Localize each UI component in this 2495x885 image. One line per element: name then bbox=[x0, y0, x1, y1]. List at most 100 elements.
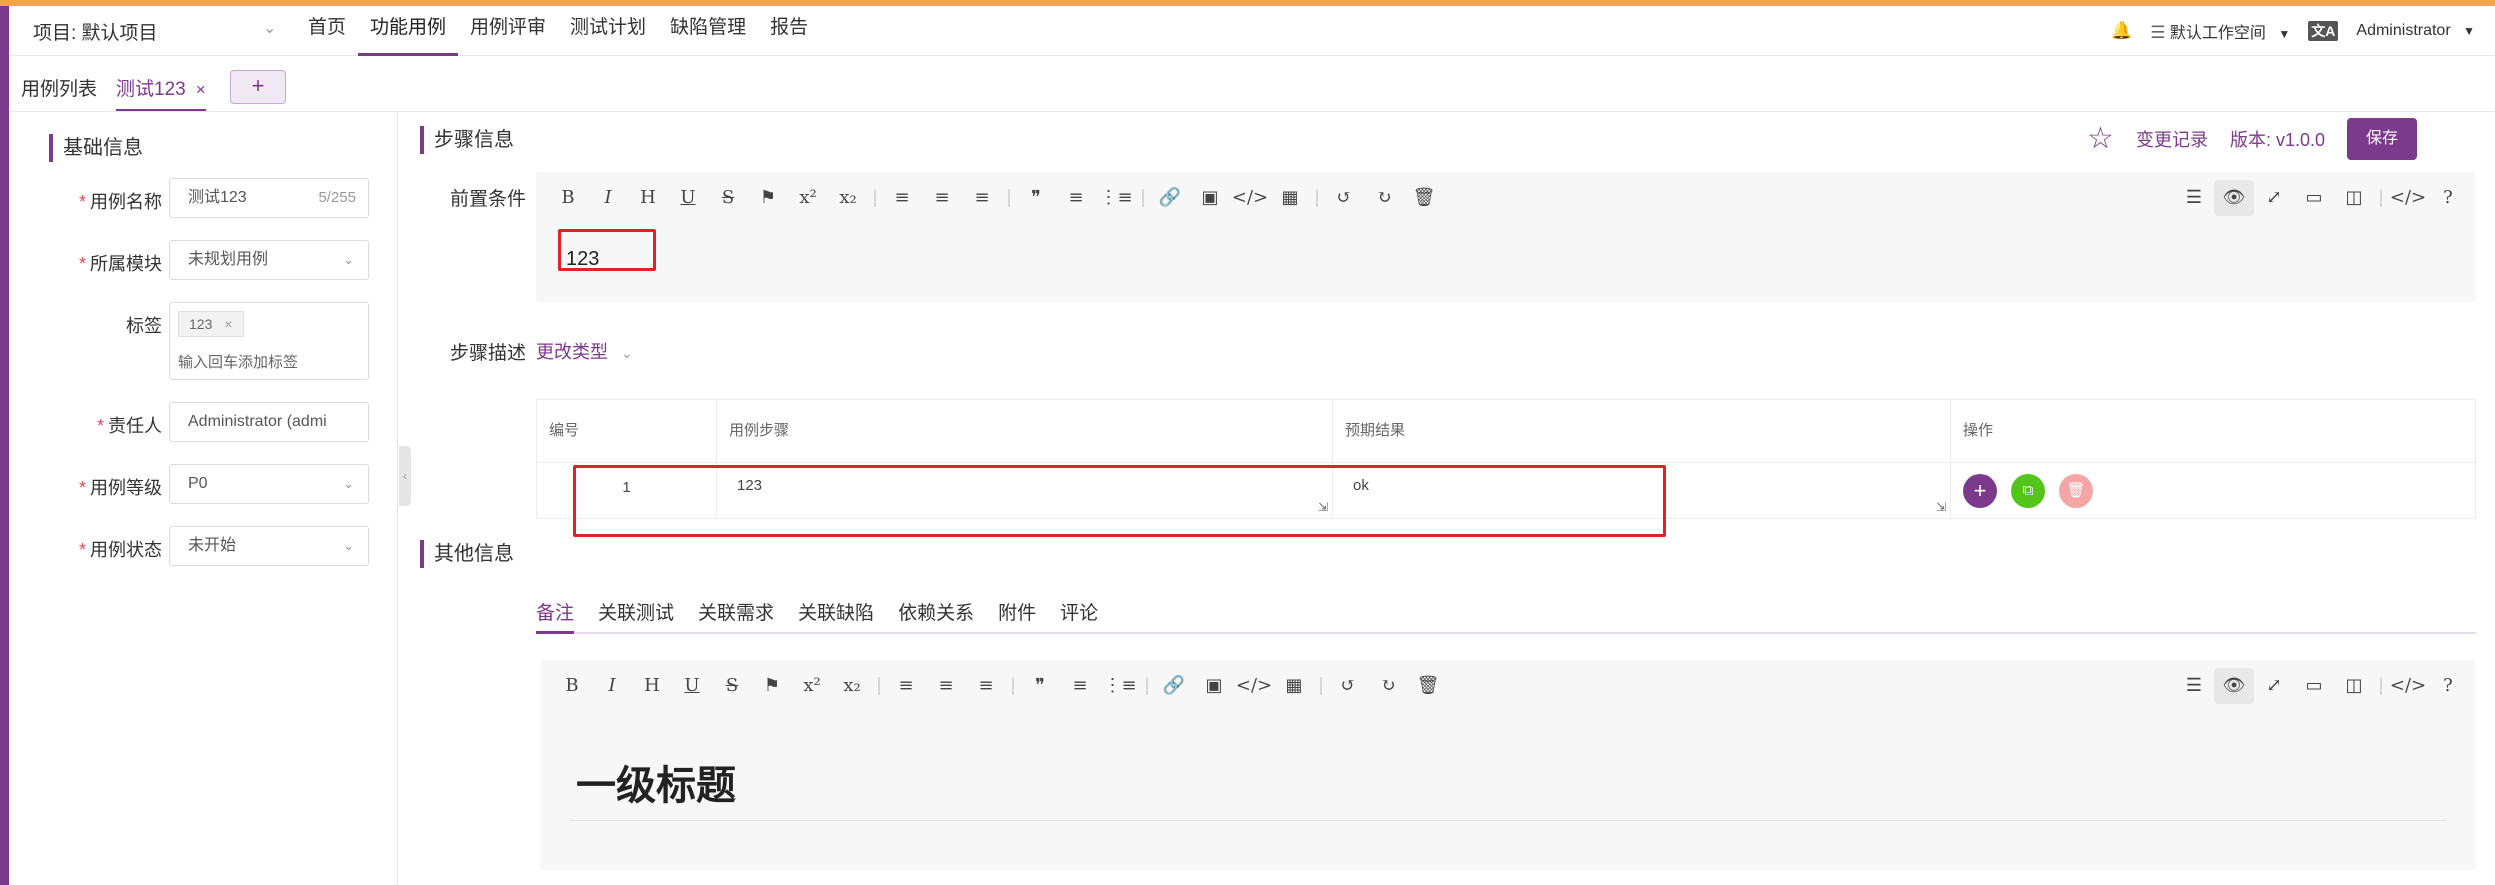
image-icon[interactable]: ▣ bbox=[1190, 180, 1230, 216]
table-icon[interactable]: ▦ bbox=[1274, 668, 1314, 704]
align-center-icon[interactable]: ≡ bbox=[922, 180, 962, 216]
precondition-editor[interactable]: B I H U S ⚑ x² x₂ | ≡ ≡ ≡ | ❞ ≡ ⋮≡ | 🔗 ▣ </> ▦ | ↺ ↻ 🗑 ☰ 👁 ⤢ ▭ ◫ | </>… bbox=[536, 172, 2476, 302]
tags-input[interactable]: 123 × 输入回车添加标签 bbox=[169, 302, 369, 380]
redo-icon[interactable]: ↻ bbox=[1364, 180, 1404, 216]
field-label-text: 用例等级 bbox=[90, 478, 162, 498]
html-code-icon[interactable]: </> bbox=[2388, 668, 2428, 704]
align-left-icon[interactable]: ≡ bbox=[882, 180, 922, 216]
nav-item[interactable]: 测试计划 bbox=[558, 6, 658, 56]
star-icon[interactable]: ☆ bbox=[2087, 124, 2114, 154]
align-right-icon[interactable]: ≡ bbox=[962, 180, 1002, 216]
nav-item[interactable]: 报告 bbox=[758, 6, 820, 56]
copy-step-button[interactable]: ⧉ bbox=[2011, 474, 2045, 508]
unordered-list-icon[interactable]: ⋮≡ bbox=[1100, 668, 1140, 704]
subtab[interactable]: 附件 bbox=[998, 598, 1036, 634]
module-select[interactable]: 未规划用例 ⌄ bbox=[169, 240, 369, 280]
subscript-icon[interactable]: x₂ bbox=[828, 180, 868, 216]
heading-icon[interactable]: H bbox=[628, 180, 668, 216]
link-icon[interactable]: 🔗 bbox=[1154, 668, 1194, 704]
subtab[interactable]: 备注 bbox=[536, 598, 575, 634]
trash-icon[interactable]: 🗑 bbox=[1408, 668, 1448, 704]
priority-select[interactable]: P0 ⌄ bbox=[169, 464, 369, 504]
save-button[interactable]: 保存 bbox=[2347, 118, 2417, 160]
bell-icon[interactable]: 🔔 bbox=[2111, 21, 2132, 41]
help-icon[interactable]: ? bbox=[2428, 668, 2468, 704]
unordered-list-icon[interactable]: ⋮≡ bbox=[1096, 180, 1136, 216]
strikethrough-icon[interactable]: S bbox=[708, 180, 748, 216]
fullscreen-icon[interactable]: ⤢ bbox=[2254, 180, 2294, 216]
ordered-list-icon[interactable]: ≡ bbox=[1060, 668, 1100, 704]
align-left-icon[interactable]: ≡ bbox=[886, 668, 926, 704]
case-name-input[interactable]: 测试123 5/255 bbox=[169, 178, 369, 218]
quote-icon[interactable]: ❞ bbox=[1020, 668, 1060, 704]
collapse-panel-handle[interactable]: ‹ bbox=[399, 446, 411, 506]
fullscreen-icon[interactable]: ⤢ bbox=[2254, 668, 2294, 704]
heading-icon[interactable]: H bbox=[632, 668, 672, 704]
strikethrough-icon[interactable]: S bbox=[712, 668, 752, 704]
toc-icon[interactable]: ☰ bbox=[2174, 180, 2214, 216]
tab-open-case[interactable]: 测试123 × bbox=[116, 74, 206, 111]
user-name: Administrator bbox=[2356, 22, 2451, 39]
image-icon[interactable]: ▣ bbox=[1194, 668, 1234, 704]
subtab[interactable]: 关联缺陷 bbox=[798, 598, 874, 634]
code-icon[interactable]: </> bbox=[1230, 180, 1270, 216]
version-label[interactable]: 版本: v1.0.0 bbox=[2230, 126, 2325, 152]
undo-icon[interactable]: ↺ bbox=[1324, 180, 1364, 216]
link-icon[interactable]: 🔗 bbox=[1150, 180, 1190, 216]
bookmark-icon[interactable]: ⚑ bbox=[748, 180, 788, 216]
preview-icon[interactable]: 👁 bbox=[2214, 668, 2254, 704]
required-mark: * bbox=[78, 478, 86, 498]
split-view-icon[interactable]: ◫ bbox=[2334, 180, 2374, 216]
project-selector[interactable]: 项目: 默认项目 ⌄ bbox=[33, 18, 276, 45]
history-link[interactable]: 变更记录 bbox=[2136, 126, 2208, 152]
code-icon[interactable]: </> bbox=[1234, 668, 1274, 704]
table-icon[interactable]: ▦ bbox=[1270, 180, 1310, 216]
page-fullscreen-icon[interactable]: ▭ bbox=[2294, 180, 2334, 216]
nav-item[interactable]: 功能用例 bbox=[358, 6, 459, 56]
underline-icon[interactable]: U bbox=[672, 668, 712, 704]
bookmark-icon[interactable]: ⚑ bbox=[752, 668, 792, 704]
align-right-icon[interactable]: ≡ bbox=[966, 668, 1006, 704]
bold-icon[interactable]: B bbox=[548, 180, 588, 216]
italic-icon[interactable]: I bbox=[588, 180, 628, 216]
help-icon[interactable]: ? bbox=[2428, 180, 2468, 216]
ordered-list-icon[interactable]: ≡ bbox=[1056, 180, 1096, 216]
align-center-icon[interactable]: ≡ bbox=[926, 668, 966, 704]
underline-icon[interactable]: U bbox=[668, 180, 708, 216]
user-menu[interactable]: Administrator ▼ bbox=[2356, 22, 2475, 40]
preview-icon[interactable]: 👁 bbox=[2214, 180, 2254, 216]
toc-icon[interactable]: ☰ bbox=[2174, 668, 2214, 704]
subtab[interactable]: 评论 bbox=[1060, 598, 1098, 634]
undo-icon[interactable]: ↺ bbox=[1328, 668, 1368, 704]
html-code-icon[interactable]: </> bbox=[2388, 180, 2428, 216]
page-fullscreen-icon[interactable]: ▭ bbox=[2294, 668, 2334, 704]
subtab[interactable]: 依赖关系 bbox=[898, 598, 974, 634]
close-icon[interactable]: × bbox=[224, 316, 232, 332]
superscript-icon[interactable]: x² bbox=[788, 180, 828, 216]
close-icon[interactable]: × bbox=[196, 80, 206, 99]
split-view-icon[interactable]: ◫ bbox=[2334, 668, 2374, 704]
resize-handle-icon[interactable]: ⇲ bbox=[1936, 500, 1946, 514]
italic-icon[interactable]: I bbox=[592, 668, 632, 704]
add-tab-button[interactable]: + bbox=[230, 70, 286, 104]
nav-item[interactable]: 用例评审 bbox=[458, 6, 558, 56]
superscript-icon[interactable]: x² bbox=[792, 668, 832, 704]
status-select[interactable]: 未开始 ⌄ bbox=[169, 526, 369, 566]
remark-editor[interactable]: B I H U S ⚑ x² x₂ | ≡ ≡ ≡ | ❞ ≡ ⋮≡ | 🔗 ▣ </> ▦ | ↺ ↻ 🗑 ☰ 👁 ⤢ ▭ ◫ | </>… bbox=[540, 660, 2476, 870]
workspace-selector[interactable]: ☰ 默认工作空间 ▼ bbox=[2150, 19, 2290, 43]
bold-icon[interactable]: B bbox=[552, 668, 592, 704]
nav-item[interactable]: 缺陷管理 bbox=[658, 6, 758, 56]
delete-step-button[interactable]: 🗑 bbox=[2059, 474, 2093, 508]
subtab[interactable]: 关联测试 bbox=[598, 598, 674, 634]
tab-case-list[interactable]: 用例列表 bbox=[21, 74, 97, 101]
owner-select[interactable]: Administrator (admi bbox=[169, 402, 369, 442]
change-type-dropdown[interactable]: 更改类型 ⌄ bbox=[536, 338, 633, 364]
quote-icon[interactable]: ❞ bbox=[1016, 180, 1056, 216]
subtab[interactable]: 关联需求 bbox=[698, 598, 774, 634]
trash-icon[interactable]: 🗑 bbox=[1404, 180, 1444, 216]
subscript-icon[interactable]: x₂ bbox=[832, 668, 872, 704]
language-icon[interactable]: 文A bbox=[2308, 21, 2339, 41]
nav-item[interactable]: 首页 bbox=[296, 6, 358, 56]
add-step-button[interactable]: + bbox=[1963, 474, 1997, 508]
redo-icon[interactable]: ↻ bbox=[1368, 668, 1408, 704]
